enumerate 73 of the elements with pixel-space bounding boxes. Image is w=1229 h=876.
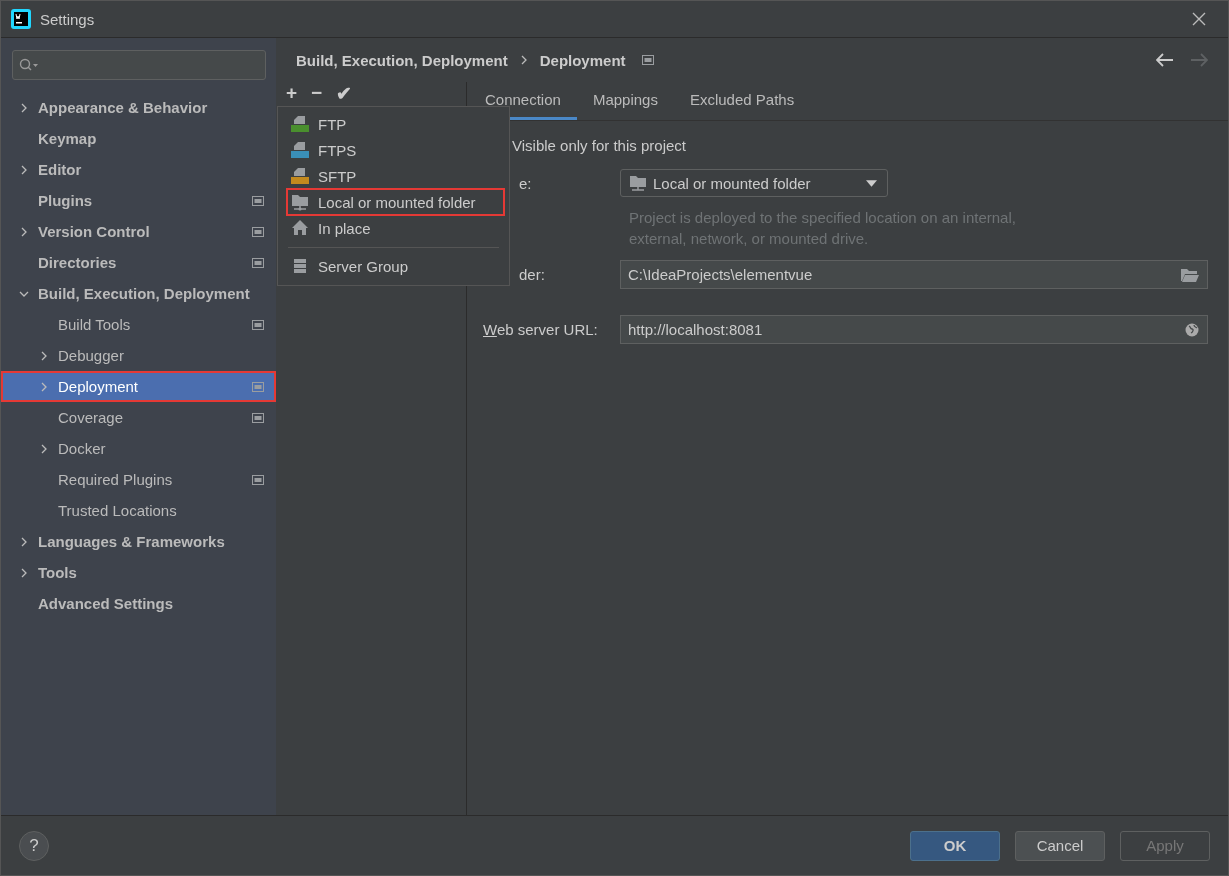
window-title: Settings <box>40 10 96 28</box>
settings-tree-item[interactable]: Build Tools <box>1 309 276 340</box>
project-icon <box>641 55 654 65</box>
project-icon <box>252 319 264 330</box>
server-icon <box>291 167 309 185</box>
chevron-icon <box>39 381 49 392</box>
chevron-icon <box>19 102 29 113</box>
settings-tree-item[interactable]: Docker <box>1 433 276 464</box>
network-folder-icon <box>629 174 647 192</box>
settings-tree-item[interactable]: Languages & Frameworks <box>1 526 276 557</box>
server-icon <box>291 141 309 159</box>
chevron-icon <box>39 443 49 454</box>
toolbar-button[interactable]: ✔ <box>336 81 353 105</box>
settings-tree-item[interactable]: Plugins <box>1 185 276 216</box>
help-button[interactable]: ? <box>19 830 49 861</box>
network-folder-icon <box>291 193 309 211</box>
chevron-icon <box>519 55 528 65</box>
settings-tree-item[interactable]: Deployment <box>1 371 276 402</box>
tab[interactable]: Mappings <box>576 82 674 120</box>
settings-tree-item[interactable]: Tools <box>1 557 276 588</box>
toolbar-button[interactable]: + <box>286 82 298 104</box>
server-icon <box>291 115 309 133</box>
project-icon <box>252 195 264 206</box>
app-logo-icon <box>11 9 31 29</box>
back-arrow-icon[interactable] <box>1156 53 1174 67</box>
breadcrumb-item: Deployment <box>539 51 626 69</box>
chevron-icon <box>19 164 29 175</box>
chevron-icon <box>19 536 29 547</box>
url-field[interactable]: http://localhost:8081 <box>620 315 1208 344</box>
tab[interactable]: Excluded Paths <box>673 82 811 120</box>
checkbox-label: Visible only for this project <box>512 137 687 154</box>
project-icon <box>252 257 264 268</box>
settings-tree-item[interactable]: Debugger <box>1 340 276 371</box>
folder-field[interactable]: C:\IdeaProjects\elementvue <box>620 260 1208 289</box>
chevron-icon <box>19 226 29 237</box>
settings-tree-item[interactable]: Appearance & Behavior <box>1 92 276 123</box>
search-field[interactable] <box>12 50 266 80</box>
menu-item[interactable]: FTPS <box>278 137 504 163</box>
menu-item[interactable]: SFTP <box>278 163 504 189</box>
tab[interactable]: Connection <box>469 82 577 120</box>
settings-tree-item[interactable]: Build, Execution, Deployment <box>1 278 276 309</box>
dialog-button[interactable]: Cancel <box>1015 830 1105 861</box>
menu-item[interactable]: Server Group <box>278 253 504 279</box>
folder-icon[interactable] <box>1181 267 1199 282</box>
settings-tree-item[interactable]: Required Plugins <box>1 464 276 495</box>
dialog-button[interactable]: OK <box>910 830 1000 861</box>
project-icon <box>252 381 264 392</box>
home-icon <box>291 219 309 237</box>
close-icon[interactable] <box>1192 12 1206 26</box>
caret-icon <box>866 179 877 187</box>
project-icon <box>252 474 264 485</box>
field-label: e: <box>518 174 533 192</box>
settings-tree-item[interactable]: Directories <box>1 247 276 278</box>
chevron-icon <box>19 567 29 578</box>
settings-tree-item[interactable]: Advanced Settings <box>1 588 276 619</box>
server-group-icon <box>291 257 309 275</box>
toolbar-button[interactable]: − <box>311 82 323 104</box>
menu-item[interactable]: In place <box>278 215 504 241</box>
type-dropdown[interactable]: Local or mounted folder <box>620 169 888 197</box>
field-label: Web server URL: <box>483 321 599 338</box>
field-label: der: <box>518 266 546 283</box>
project-icon <box>252 226 264 237</box>
settings-tree-item[interactable]: Version Control <box>1 216 276 247</box>
settings-tree-item[interactable]: Coverage <box>1 402 276 433</box>
settings-tree-item[interactable]: Editor <box>1 154 276 185</box>
project-icon <box>252 412 264 423</box>
chevron-icon <box>39 350 49 361</box>
breadcrumb-item: Build, Execution, Deployment <box>296 51 508 69</box>
menu-item[interactable]: Local or mounted folder <box>287 189 504 215</box>
search-icon <box>19 58 39 72</box>
settings-tree-item[interactable]: Keymap <box>1 123 276 154</box>
globe-icon[interactable] <box>1185 322 1199 337</box>
settings-tree-item[interactable]: Trusted Locations <box>1 495 276 526</box>
